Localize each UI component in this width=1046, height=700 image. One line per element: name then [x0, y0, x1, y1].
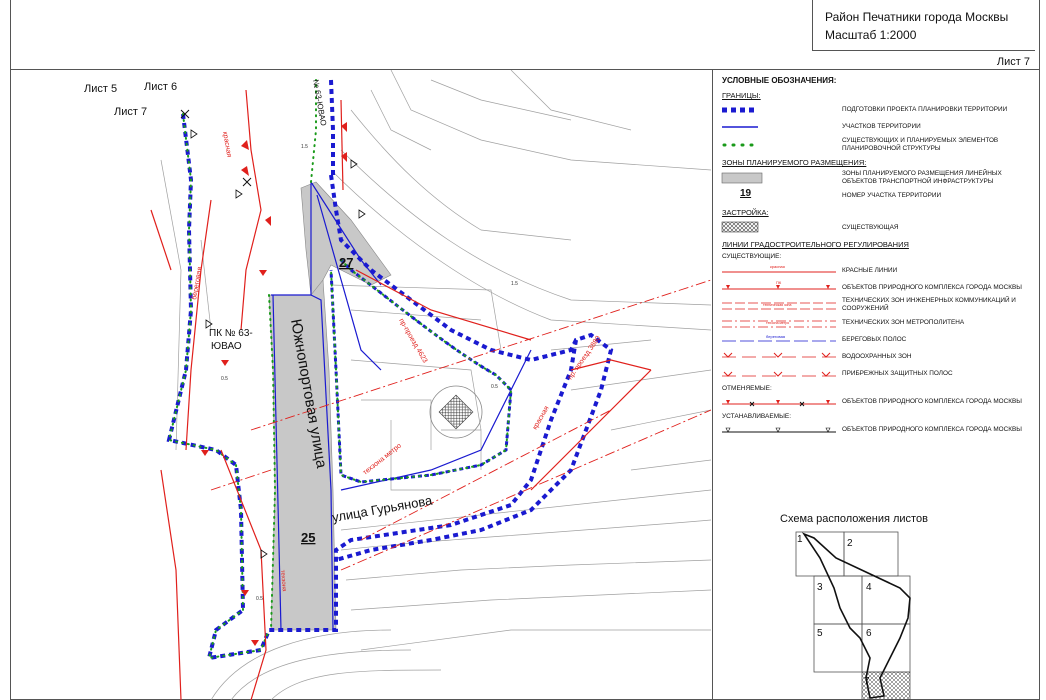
red-label-metro: техзона метро: [362, 442, 403, 476]
svg-text:ПК: ПК: [776, 280, 782, 285]
elevation-label-1: 0.5: [256, 596, 263, 602]
legend-row-water-protection: водоохранных зон: [718, 350, 1036, 364]
legend-row-pk-existing: ПК объектов природного комплекса города …: [718, 280, 1036, 294]
shore-strip-symbol: береговая: [722, 334, 836, 341]
elevation-label-4: 1.5: [301, 144, 308, 150]
parcel-number-25: 25: [301, 530, 315, 545]
green-dots-symbol: [722, 143, 760, 147]
legend-section-lines: ЛИНИИ ГРАДОСТРОИТЕЛЬНОГО РЕГУЛИРОВАНИЯ: [722, 240, 909, 250]
legend-sub-set: УСТАНАВЛИВАЕМЫЕ:: [722, 412, 792, 420]
tech-zone-symbol: техническая зона: [722, 302, 836, 310]
sheet-ref-7: Лист 7: [114, 106, 147, 118]
legend-row-transport-zone: зоны планируемого размещения линейных об…: [718, 170, 1036, 185]
legend-row-metro: техзона метро технических зон метрополит…: [718, 316, 1036, 330]
blue-line-symbol: [722, 126, 758, 128]
parcel-number-sample: 19: [740, 188, 752, 200]
sheet-layout-scheme: 1 2 3 4 5 6 7: [795, 531, 911, 700]
legend-sub-cancelled: ОТМЕНЯЕМЫЕ:: [722, 384, 772, 392]
elevation-label-3: 0.5: [491, 384, 498, 390]
scheme-sheet-3: 3: [817, 582, 823, 593]
legend-row-tech-zones: техническая зона технических зон инженер…: [718, 297, 1036, 312]
district-title: Район Печатники города Москвы: [825, 10, 1009, 24]
street-guryanova: улица Гурьянова: [331, 492, 434, 524]
planning-map: Лист 5 Лист 6 Лист 7 ПК № 63- ЮВАО Южноп…: [84, 70, 711, 700]
svg-text:техзона метро: техзона метро: [766, 321, 789, 325]
svg-text:красная: красная: [770, 264, 785, 269]
red-line-symbol: красная: [722, 264, 836, 273]
water-zone-symbol: [722, 352, 836, 358]
gray-zone-symbol: [721, 172, 763, 184]
svg-text:техническая зона: техническая зона: [763, 303, 791, 307]
scheme-sheet-1: 1: [797, 534, 803, 545]
scheme-sheet-6: 6: [866, 628, 872, 639]
svg-text:береговая: береговая: [766, 334, 785, 339]
elevation-label-2: 0.5: [221, 376, 228, 382]
pk-cancelled-symbol: [722, 399, 836, 406]
scheme-title: Схема расположения листов: [780, 513, 928, 525]
red-label-krasnaya-top: красная: [221, 131, 232, 158]
top-street-label: № 63-ЮВАО: [311, 79, 328, 127]
scheme-sheet-7: 7: [864, 676, 870, 687]
sheet-ref-5: Лист 5: [84, 83, 117, 95]
legend-row-shore: береговая береговых полос: [718, 333, 1036, 347]
legend-row-pk-cancelled: объектов природного комплекса города Мос…: [718, 395, 1036, 409]
cancelled-markers: [180, 109, 252, 187]
pk-line-symbol: ПК: [722, 280, 836, 290]
project-boundary: [166, 79, 614, 661]
title-block: Район Печатники города Москвы Масштаб 1:…: [812, 0, 1035, 51]
legend-row-structure: существующих и планируемых элементов пла…: [718, 137, 1036, 152]
legend-divider: [712, 70, 713, 700]
scheme-sheet-5: 5: [817, 628, 823, 639]
legend-row-coastal: прибрежных защитных полос: [718, 367, 1036, 381]
scheme-sheet-2: 2: [847, 538, 853, 549]
legend-panel: УСЛОВНЫЕ ОБОЗНАЧЕНИЯ: ГРАНИЦЫ: подготовк…: [718, 74, 1036, 440]
hatch-symbol: [721, 222, 759, 233]
red-lines: [150, 89, 652, 700]
legend-row-building: существующая: [718, 220, 1036, 234]
legend-sub-existing: СУЩЕСТВУЮЩИЕ:: [722, 253, 782, 261]
coastal-strip-symbol: [722, 371, 836, 377]
legend-heading: УСЛОВНЫЕ ОБОЗНАЧЕНИЯ:: [722, 76, 837, 85]
legend-row-project-border: подготовки проекта планировки территории: [718, 103, 1036, 117]
scale-label: Масштаб 1:2000: [825, 28, 917, 42]
legend-section-buildings: ЗАСТРОЙКА:: [722, 208, 769, 218]
park-label-line1: ПК № 63-: [209, 328, 253, 339]
blue-squares-symbol: [722, 107, 758, 113]
park-label-line2: ЮВАО: [211, 341, 242, 352]
pk-set-symbol: [722, 427, 836, 433]
legend-section-borders: ГРАНИЦЫ:: [722, 91, 761, 100]
metro-zone-symbol: техзона метро: [722, 320, 836, 327]
sheet-number-label: Лист 7: [996, 56, 1030, 68]
parcel-number-27: 27: [339, 255, 353, 270]
scheme-sheet-4: 4: [866, 582, 872, 593]
legend-row-parcel: участков территории: [718, 120, 1036, 134]
elevation-label-5: 1.5: [511, 281, 518, 287]
sheet-ref-6: Лист 6: [144, 81, 177, 93]
legend-row-pk-set: объектов природного комплекса города Мос…: [718, 423, 1036, 437]
red-label-beregovaya: береговая: [190, 266, 204, 300]
legend-row-red-lines: красная красные линии: [718, 263, 1036, 277]
legend-row-parcel-number: 19 номер участка территории: [718, 188, 1036, 202]
legend-section-zones: ЗОНЫ ПЛАНИРУЕМОГО РАЗМЕЩЕНИЯ:: [722, 158, 867, 168]
